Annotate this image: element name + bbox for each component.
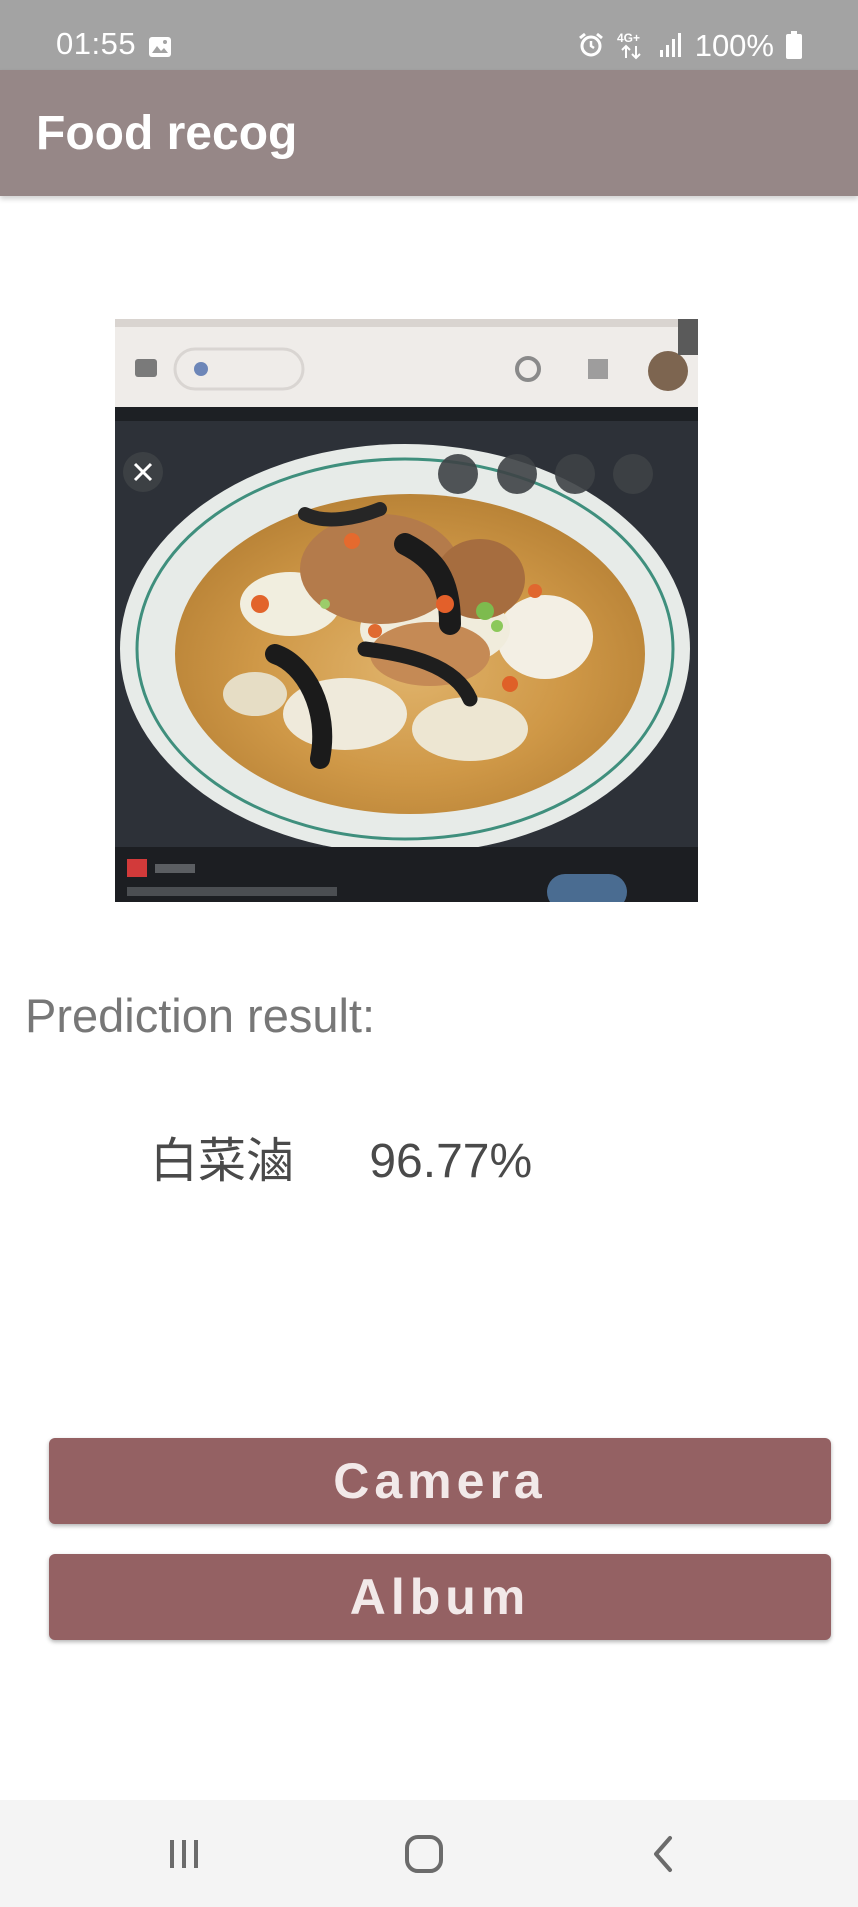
battery-icon bbox=[786, 31, 802, 59]
album-button[interactable]: Album bbox=[49, 1554, 831, 1640]
image-icon bbox=[149, 37, 171, 57]
network-4g-icon: 4G+ bbox=[617, 31, 641, 60]
navigation-bar bbox=[0, 1800, 858, 1907]
app-bar: Food recog bbox=[0, 70, 858, 196]
battery-percent: 100% bbox=[694, 27, 774, 63]
back-button[interactable] bbox=[604, 1800, 724, 1907]
recents-icon bbox=[170, 1839, 198, 1868]
status-bar: 01:55 4G+ 100% bbox=[0, 0, 858, 70]
alarm-icon bbox=[578, 32, 603, 57]
status-icons: 4G+ 100% bbox=[577, 28, 802, 62]
prediction-name: 白菜滷 bbox=[150, 1133, 295, 1189]
prediction-result: 白菜滷 96.77% bbox=[150, 1135, 532, 1189]
prediction-label: Prediction result: bbox=[25, 989, 376, 1042]
signal-icon bbox=[659, 33, 681, 57]
food-photo bbox=[115, 319, 698, 902]
status-time: 01:55 bbox=[56, 26, 137, 61]
recents-button[interactable] bbox=[124, 1800, 244, 1907]
home-button[interactable] bbox=[364, 1800, 484, 1907]
app-title: Food recog bbox=[36, 107, 298, 160]
back-icon bbox=[654, 1835, 672, 1872]
camera-button[interactable]: Camera bbox=[49, 1438, 831, 1524]
prediction-score: 96.77% bbox=[369, 1135, 533, 1188]
network-type-label: 4G+ bbox=[617, 31, 640, 45]
home-icon bbox=[405, 1834, 443, 1873]
